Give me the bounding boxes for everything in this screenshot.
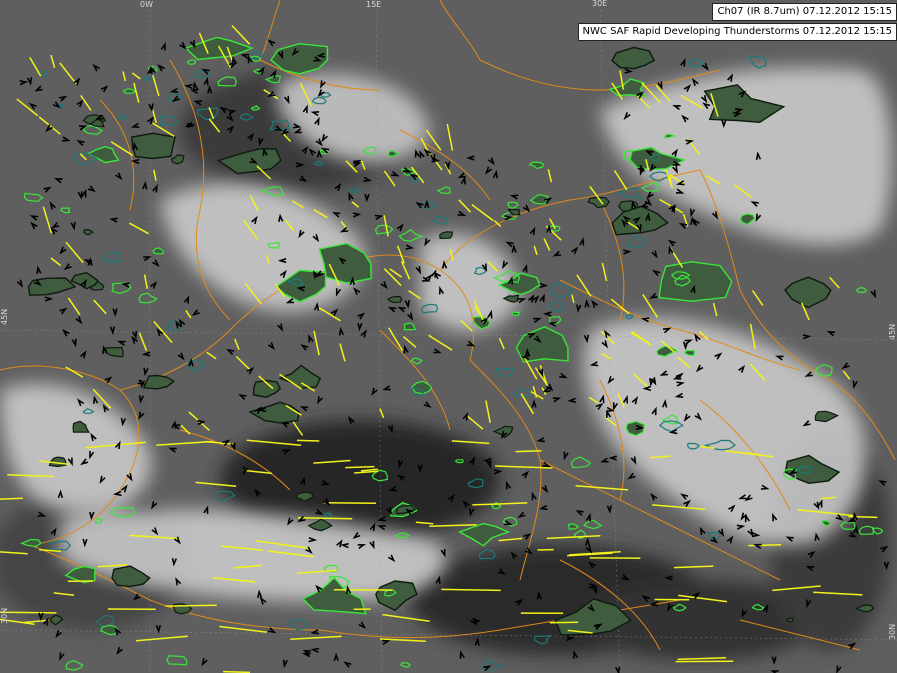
satellite-map: 0W 15E 30E 45N 30N 45N 30N Ch07 (IR 8.7u… bbox=[0, 0, 897, 673]
trajectory-line bbox=[297, 516, 353, 520]
trajectory-line bbox=[549, 621, 579, 624]
longitude-label: 30E bbox=[592, 0, 608, 8]
channel-timestamp-label: Ch07 (IR 8.7um) 07.12.2012 15:15 bbox=[712, 3, 897, 21]
map-canvas bbox=[0, 0, 897, 673]
longitude-label: 15E bbox=[366, 0, 382, 9]
trajectory-line bbox=[515, 449, 542, 453]
latitude-label: 30N bbox=[0, 607, 9, 624]
trajectory-line bbox=[165, 604, 217, 607]
storm-cell-icon bbox=[439, 231, 453, 240]
trajectory-line bbox=[441, 588, 501, 592]
product-title-label: NWC SAF Rapid Developing Thunderstorms 0… bbox=[577, 23, 897, 41]
trajectory-line bbox=[345, 465, 375, 469]
latitude-label: 45N bbox=[888, 323, 897, 340]
storm-cell-icon bbox=[658, 261, 733, 302]
trajectory-line bbox=[223, 670, 251, 673]
trajectory-line bbox=[323, 502, 376, 505]
trajectory-line bbox=[748, 544, 782, 547]
trajectory-line bbox=[296, 439, 320, 442]
trajectory-line bbox=[848, 515, 878, 519]
latitude-label: 30N bbox=[888, 623, 897, 640]
latitude-label: 45N bbox=[0, 308, 9, 325]
storm-cell-icon bbox=[130, 132, 176, 160]
longitude-label: 0W bbox=[140, 0, 153, 9]
